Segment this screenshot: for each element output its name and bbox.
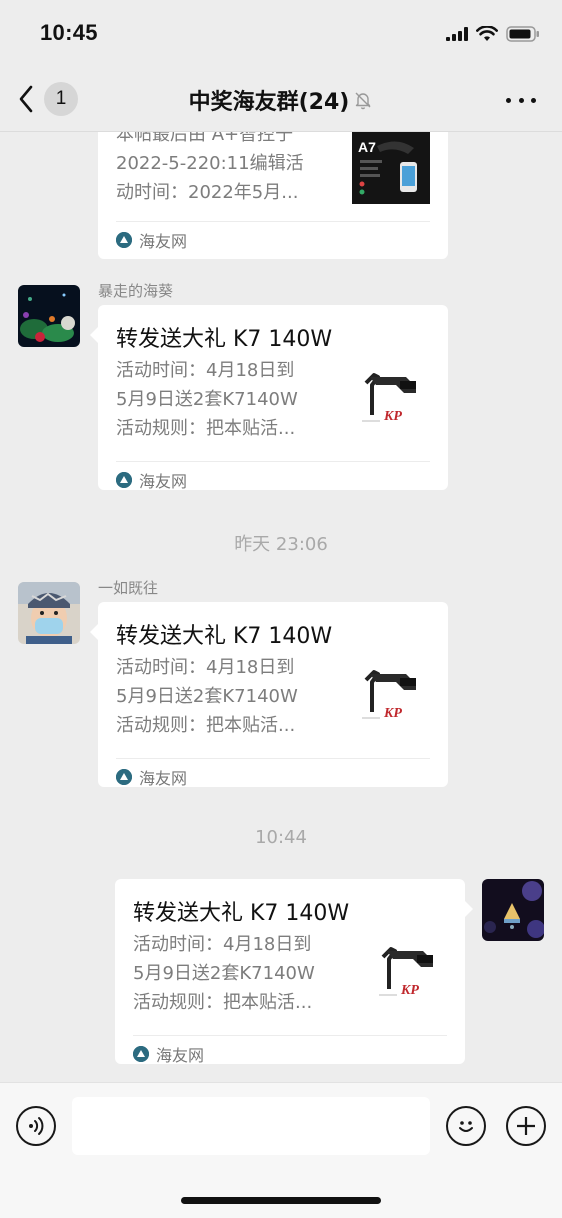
card-desc-line: 活动时间：4月18日到 (133, 934, 312, 955)
battery-icon (506, 26, 539, 42)
card-desc-line: 本帖最后由 A+智控于 (116, 132, 294, 145)
status-bar: 10:45 (0, 0, 562, 66)
avatar[interactable] (18, 582, 80, 644)
my-avatar[interactable] (482, 879, 544, 941)
card-desc-line: 5月9日送2套K7140W (116, 686, 298, 707)
haiyou-logo-icon (116, 232, 132, 248)
link-card[interactable]: 本帖最后由 A+智控于 2022-5-220:11编辑活 动时间：2022年5月… (98, 132, 448, 259)
card-source-name: 海友网 (139, 769, 188, 788)
sender-name: 一如既往 (98, 579, 159, 597)
sender-name: 暴走的海葵 (98, 282, 174, 300)
plus-icon (517, 1117, 535, 1135)
chat-area[interactable]: 本帖最后由 A+智控于 2022-5-220:11编辑活 动时间：2022年5月… (0, 132, 562, 1082)
card-source: 海友网 (116, 468, 187, 492)
card-desc-line: 活动时间：4月18日到 (116, 360, 295, 381)
status-time: 10:45 (40, 20, 98, 45)
card-source: 海友网 (133, 1042, 204, 1066)
haiyou-logo-icon (116, 472, 132, 488)
home-indicator[interactable] (181, 1197, 381, 1204)
timestamp: 10:44 (255, 827, 307, 848)
card-source: 海友网 (116, 765, 187, 789)
card-desc-line: 活动时间：4月18日到 (116, 657, 295, 678)
card-source-name: 海友网 (139, 472, 188, 491)
message-input[interactable] (72, 1097, 430, 1155)
thumb-brand: KP (383, 409, 402, 424)
voice-icon (29, 1117, 44, 1135)
card-desc-line: 2022-5-220:11编辑活 (116, 153, 304, 174)
card-desc-line: 5月9日送2套K7140W (133, 963, 315, 984)
card-title: 转发送大礼 K7 140W (116, 327, 333, 352)
card-title: 转发送大礼 K7 140W (133, 901, 350, 926)
card-title: 转发送大礼 K7 140W (116, 624, 333, 649)
chat-title-text: 中奖海友群(24) (188, 90, 350, 115)
link-card[interactable]: 转发送大礼 K7 140W 活动时间：4月18日到 5月9日送2套K7140W … (90, 305, 448, 492)
status-icons (446, 26, 540, 42)
avatar[interactable] (18, 285, 80, 347)
more-dots-icon (506, 97, 511, 103)
card-desc-line: 活动规则：把本贴活... (116, 418, 296, 439)
card-desc-line: 活动规则：把本贴活... (116, 715, 296, 736)
card-source-name: 海友网 (156, 1046, 205, 1065)
nav-bar: 1 中奖海友群(24) (0, 66, 562, 132)
card-source-name: 海友网 (139, 232, 188, 251)
chat-title: 中奖海友群(24) (0, 84, 562, 116)
link-card[interactable]: 转发送大礼 K7 140W 活动时间：4月18日到 5月9日送2套K7140W … (115, 879, 473, 1066)
timestamp: 昨天 23:06 (234, 534, 328, 555)
card-desc-line: 5月9日送2套K7140W (116, 389, 298, 410)
haiyou-logo-icon (133, 1046, 149, 1062)
card-desc-line: 活动规则：把本贴活... (133, 992, 313, 1013)
emoji-button[interactable] (446, 1106, 486, 1146)
add-button[interactable] (506, 1106, 546, 1146)
haiyou-logo-icon (116, 769, 132, 785)
bell-slash-icon (353, 90, 373, 116)
signal-icon (446, 27, 468, 41)
card-thumbnail: A7 (352, 132, 430, 204)
card-source: 海友网 (116, 228, 187, 252)
card-desc-line: 动时间：2022年5月... (116, 182, 299, 203)
wifi-icon (476, 26, 498, 41)
card-thumbnail: KP (356, 660, 432, 736)
voice-button[interactable] (16, 1106, 56, 1146)
thumb-brand: KP (383, 706, 402, 721)
link-card[interactable]: 转发送大礼 K7 140W 活动时间：4月18日到 5月9日送2套K7140W … (90, 602, 448, 789)
thumb-label: A7 (358, 139, 376, 155)
emoji-icon (459, 1121, 473, 1132)
card-thumbnail: KP (373, 937, 449, 1013)
card-thumbnail: KP (356, 363, 432, 439)
more-button[interactable] (506, 90, 536, 110)
thumb-brand: KP (400, 983, 419, 998)
